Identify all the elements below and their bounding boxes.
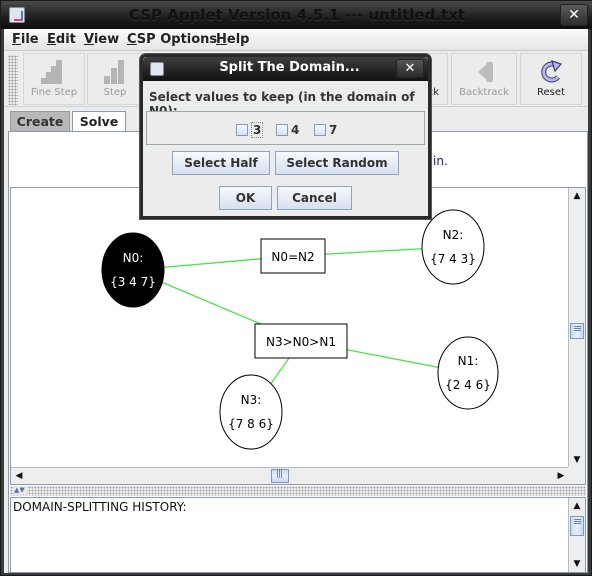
variable-node-n3[interactable]: N3: {7 8 6} bbox=[219, 374, 283, 450]
app-window: CSP Applet Version 4.5.1 --- untitled.tx… bbox=[0, 0, 592, 576]
scroll-up-arrow[interactable]: ▲ bbox=[569, 498, 585, 514]
variable-domain: {2 4 6} bbox=[445, 378, 491, 392]
variable-node-n0[interactable]: N0: {3 4 7} bbox=[101, 232, 165, 308]
fine-step-icon bbox=[41, 60, 67, 84]
menu-file[interactable]: File bbox=[12, 32, 39, 47]
step-icon bbox=[102, 60, 128, 84]
checkbox-label: 4 bbox=[291, 123, 300, 137]
graph-scroll-pane: N0: {3 4 7} N1: {2 4 6} N2: {7 4 3} N3: {7 8 6}… bbox=[10, 187, 586, 485]
menu-edit[interactable]: Edit bbox=[47, 32, 76, 47]
value-checkbox-3[interactable]: 3 bbox=[236, 122, 264, 138]
checkbox-label: 7 bbox=[329, 123, 338, 137]
scroll-thumb[interactable] bbox=[570, 322, 584, 339]
toolbar-grip[interactable] bbox=[8, 55, 18, 105]
scroll-down-arrow[interactable]: ▼ bbox=[569, 556, 585, 572]
tab-solve[interactable]: Solve bbox=[72, 111, 126, 132]
constraint-node-c1[interactable]: N0=N2 bbox=[260, 238, 326, 274]
menu-file-label: ile bbox=[20, 32, 39, 47]
menu-help-mnemonic: H bbox=[216, 32, 227, 47]
dialog-close-button[interactable]: ✕ bbox=[396, 59, 424, 78]
scroll-corner bbox=[568, 467, 585, 484]
value-checkbox-4[interactable]: 4 bbox=[276, 123, 299, 137]
ok-button[interactable]: OK bbox=[219, 186, 272, 210]
constraint-label: N0=N2 bbox=[271, 250, 314, 264]
graph-canvas[interactable]: N0: {3 4 7} N1: {2 4 6} N2: {7 4 3} N3: {7 8 6}… bbox=[11, 188, 569, 468]
variable-node-shape bbox=[421, 209, 485, 285]
cancel-button[interactable]: Cancel bbox=[277, 186, 352, 210]
backtrack-label: Backtrack bbox=[459, 87, 509, 98]
menu-csp-options-label: SP Options bbox=[136, 32, 218, 47]
select-half-button[interactable]: Select Half bbox=[172, 151, 270, 175]
tab-create[interactable]: Create bbox=[10, 111, 70, 131]
variable-node-shape bbox=[437, 336, 499, 410]
scroll-left-arrow[interactable]: ◀ bbox=[11, 468, 27, 484]
menu-csp-options-mnemonic: C bbox=[127, 32, 137, 47]
variable-node-shape bbox=[101, 232, 165, 308]
menu-help-label: elp bbox=[226, 32, 250, 47]
menu-edit-label: dit bbox=[55, 32, 76, 47]
backtrack-button[interactable]: Backtrack bbox=[451, 53, 517, 105]
checkbox-label: 3 bbox=[251, 122, 264, 138]
constraint-label: N3>N0>N1 bbox=[266, 335, 336, 349]
menu-csp-options[interactable]: CSP Options bbox=[127, 32, 217, 47]
split-domain-dialog: Split The Domain... ✕ Select values to k… bbox=[140, 54, 431, 219]
menu-help[interactable]: Help bbox=[216, 32, 249, 47]
value-checkbox-7[interactable]: 7 bbox=[314, 123, 337, 137]
history-vertical-scrollbar[interactable]: ▲ ▼ bbox=[568, 498, 585, 572]
menu-bar: File Edit View CSP Options Help bbox=[4, 29, 588, 51]
variable-node-shape bbox=[219, 374, 283, 450]
menu-view-mnemonic: V bbox=[84, 32, 94, 47]
reset-button[interactable]: Reset bbox=[520, 53, 582, 105]
window-close-button[interactable]: ✕ bbox=[560, 4, 588, 26]
checkbox-icon[interactable] bbox=[276, 124, 288, 136]
window-title: CSP Applet Version 4.5.1 --- untitled.tx… bbox=[128, 6, 466, 24]
graph-vertical-scrollbar[interactable]: ▲ ▼ bbox=[568, 188, 585, 468]
variable-node-n1[interactable]: N1: {2 4 6} bbox=[437, 336, 499, 410]
variable-domain: {3 4 7} bbox=[110, 275, 156, 289]
variable-name: N1: bbox=[458, 354, 479, 368]
scroll-right-arrow[interactable]: ▶ bbox=[553, 468, 569, 484]
reset-icon bbox=[541, 60, 563, 83]
menu-view[interactable]: View bbox=[84, 32, 119, 47]
variable-domain: {7 8 6} bbox=[228, 417, 274, 431]
scroll-thumb[interactable] bbox=[570, 515, 584, 536]
checkbox-icon[interactable] bbox=[236, 124, 248, 136]
history-text: DOMAIN-SPLITTING HISTORY: bbox=[13, 500, 187, 514]
fine-step-label: Fine Step bbox=[30, 87, 78, 98]
variable-name: N3: bbox=[241, 393, 262, 407]
dialog-title: Split The Domain... bbox=[219, 60, 360, 75]
scroll-down-arrow[interactable]: ▼ bbox=[569, 452, 585, 468]
variable-node-n2[interactable]: N2: {7 4 3} bbox=[421, 209, 485, 285]
select-random-button[interactable]: Select Random bbox=[275, 151, 399, 175]
constraint-node-c2[interactable]: N3>N0>N1 bbox=[254, 323, 348, 359]
split-pane-divider[interactable]: ▲▼ bbox=[10, 486, 586, 496]
title-bar[interactable]: CSP Applet Version 4.5.1 --- untitled.tx… bbox=[1, 1, 592, 29]
backtrack-icon bbox=[478, 62, 494, 82]
variable-name: N2: bbox=[443, 228, 464, 242]
scroll-thumb[interactable] bbox=[271, 469, 289, 483]
value-checkbox-panel: 3 4 7 bbox=[146, 111, 425, 145]
menu-view-label: iew bbox=[93, 32, 120, 47]
status-message: in. bbox=[433, 154, 448, 168]
variable-name: N0: bbox=[123, 251, 144, 265]
reset-label: Reset bbox=[537, 87, 565, 98]
variable-domain: {7 4 3} bbox=[430, 252, 476, 266]
step-label: Step bbox=[103, 87, 127, 98]
dialog-title-bar[interactable]: Split The Domain... ✕ bbox=[143, 57, 428, 81]
fine-step-button[interactable]: Fine Step bbox=[23, 53, 85, 105]
scroll-up-arrow[interactable]: ▲ bbox=[569, 188, 585, 204]
divider-expand-arrows[interactable]: ▲▼ bbox=[14, 486, 27, 494]
history-panel: DOMAIN-SPLITTING HISTORY: ▲ ▼ bbox=[10, 497, 586, 573]
menu-edit-mnemonic: E bbox=[47, 32, 56, 47]
graph-horizontal-scrollbar[interactable]: ◀ ▶ bbox=[11, 467, 569, 484]
checkbox-icon[interactable] bbox=[314, 124, 326, 136]
menu-file-mnemonic: F bbox=[12, 32, 21, 47]
step-button[interactable]: Step bbox=[87, 53, 143, 105]
